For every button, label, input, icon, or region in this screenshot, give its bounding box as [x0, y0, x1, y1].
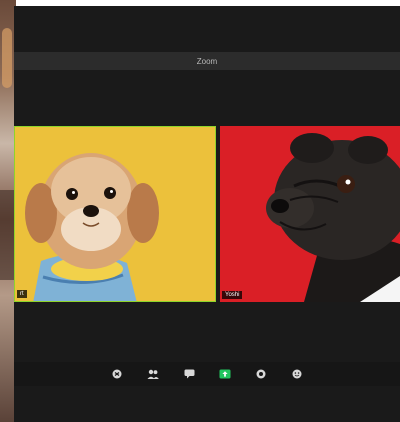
meeting-controls-toolbar [14, 362, 400, 386]
participant-name-tag: Yoshi [222, 291, 243, 299]
participant-name-tag: rt [17, 290, 27, 298]
share-screen-button[interactable] [217, 366, 233, 382]
security-button[interactable] [109, 366, 125, 382]
security-icon [112, 369, 122, 379]
chat-button[interactable] [181, 366, 197, 382]
pug-video-feed [220, 126, 400, 302]
participants-button[interactable] [145, 366, 161, 382]
window-title: Zoom [196, 56, 218, 66]
screen: Zoom rt Yoshi [0, 0, 400, 422]
share-screen-icon [219, 369, 231, 379]
chat-icon [184, 369, 194, 379]
zoom-meeting-window: Zoom rt Yoshi [14, 6, 400, 422]
participants-icon [147, 369, 159, 379]
video-tile-participant-1[interactable]: rt [14, 126, 216, 302]
dog-video-feed [15, 127, 215, 301]
window-titlebar[interactable]: Zoom [14, 52, 400, 70]
gallery-view: rt Yoshi [14, 126, 400, 302]
record-button[interactable] [253, 366, 269, 382]
reactions-icon [292, 369, 302, 379]
reactions-button[interactable] [289, 366, 305, 382]
record-icon [256, 369, 266, 379]
video-tile-participant-2[interactable]: Yoshi [220, 126, 400, 302]
